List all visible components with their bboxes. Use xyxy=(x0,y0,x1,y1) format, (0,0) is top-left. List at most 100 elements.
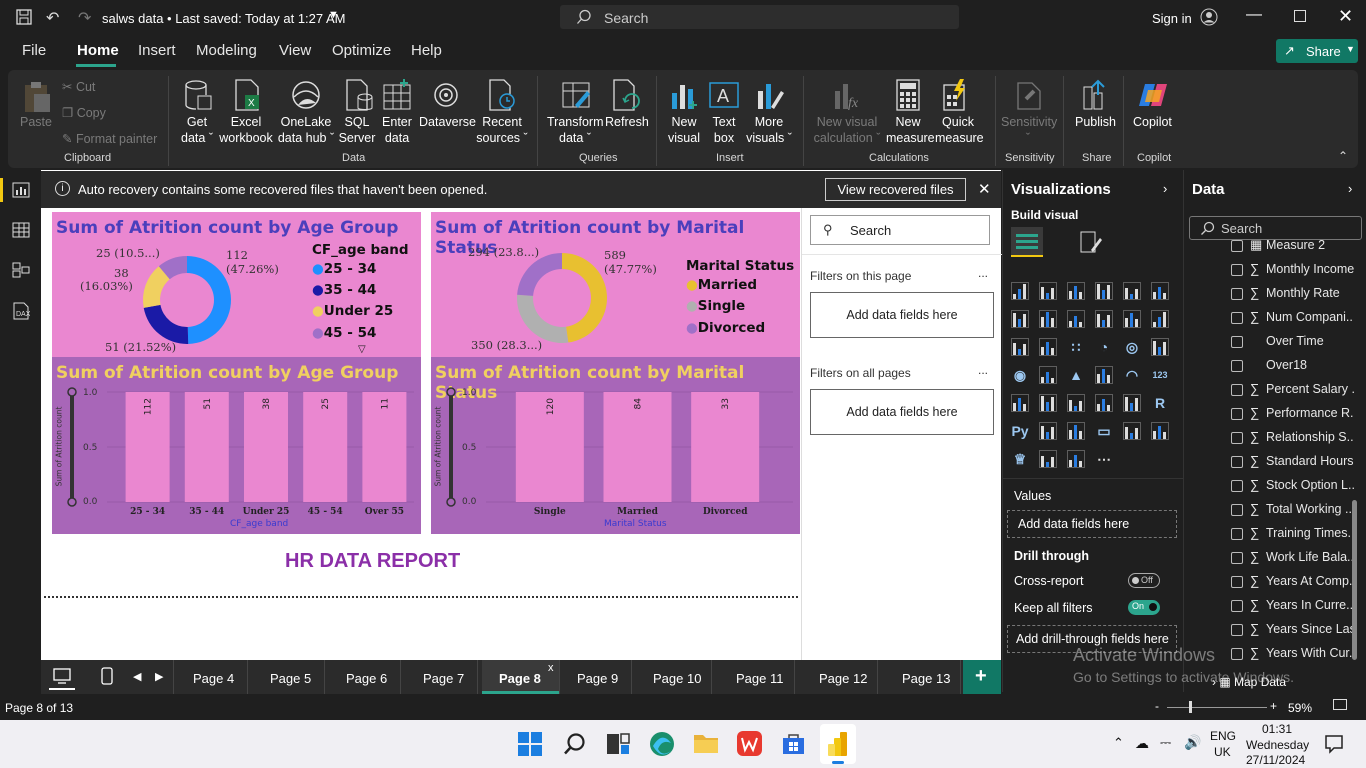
azure-map-visual-icon[interactable]: ▲ xyxy=(1067,366,1085,384)
report-view-icon[interactable] xyxy=(12,182,30,198)
view-recovered-files-button[interactable]: View recovered files xyxy=(825,178,966,201)
enter-data-button[interactable]: Enter data xyxy=(377,114,417,146)
add-page-button[interactable]: + xyxy=(963,660,1001,694)
menu-optimize[interactable]: Optimize xyxy=(332,42,391,59)
donut-chart-age-group[interactable]: Sum of Atrition count by Age Group 112 (… xyxy=(52,212,421,357)
undo-icon[interactable]: ↶ xyxy=(46,8,59,28)
paginated-visual-icon[interactable] xyxy=(1151,422,1169,440)
legend-scroll-down-icon[interactable]: ▽ xyxy=(358,344,366,355)
menu-modeling[interactable]: Modeling xyxy=(196,42,257,59)
search-input[interactable]: Search xyxy=(560,5,959,29)
chevron-down-icon[interactable]: ▼ xyxy=(328,9,339,21)
onelake-data-hub-button[interactable]: OneLake data hub ˇ xyxy=(275,114,337,146)
waterfall-visual-icon[interactable] xyxy=(1123,310,1141,328)
qa-visual-icon[interactable]: ▭ xyxy=(1095,422,1113,440)
clock-time[interactable]: 01:31 xyxy=(1262,722,1292,736)
field-item[interactable]: ∑ Percent Salary ... xyxy=(1184,378,1354,402)
field-checkbox[interactable] xyxy=(1231,648,1243,660)
page-tab[interactable]: Page 9 xyxy=(560,660,632,694)
field-item[interactable]: ∑ Stock Option L... xyxy=(1184,474,1354,498)
field-item[interactable]: ∑ Years In Curre... xyxy=(1184,594,1354,618)
field-checkbox[interactable] xyxy=(1231,288,1243,300)
field-checkbox[interactable] xyxy=(1231,576,1243,588)
field-item[interactable]: ∑ Training Times... xyxy=(1184,522,1354,546)
field-checkbox[interactable] xyxy=(1231,360,1243,372)
key-influencers-visual-icon[interactable] xyxy=(1039,422,1057,440)
power-bi-taskbar-button[interactable] xyxy=(820,724,856,764)
field-item[interactable]: ∑ Total Working ... xyxy=(1184,498,1354,522)
filled-map-visual-icon[interactable] xyxy=(1039,366,1057,384)
chevron-up-icon[interactable]: ⌃ xyxy=(1113,735,1124,751)
page-tab[interactable]: Page 4 xyxy=(176,660,248,694)
clock-date[interactable]: 27/11/2024 xyxy=(1246,753,1305,767)
field-item[interactable]: ∑ Years At Comp... xyxy=(1184,570,1354,594)
notifications-icon[interactable] xyxy=(1324,734,1344,754)
collapse-pane-icon[interactable]: › xyxy=(1348,181,1352,196)
page-tab[interactable]: Page 8 x xyxy=(482,660,560,694)
field-checkbox[interactable] xyxy=(1231,264,1243,276)
field-item[interactable]: ∑ Years Since Las... xyxy=(1184,618,1354,642)
model-view-icon[interactable] xyxy=(12,262,30,278)
microsoft-store-icon[interactable] xyxy=(781,731,806,756)
close-icon[interactable]: ✕ xyxy=(978,180,991,198)
legend-item[interactable]: ●45 - 54 xyxy=(312,325,376,341)
copy-button[interactable]: ❐ Copy xyxy=(62,105,106,121)
field-item[interactable]: ∑ Performance R... xyxy=(1184,402,1354,426)
field-item[interactable]: ∑ Standard Hours xyxy=(1184,450,1354,474)
donut-visual-icon[interactable]: ◎ xyxy=(1123,338,1141,356)
windows-start-icon[interactable] xyxy=(518,732,542,756)
field-checkbox[interactable] xyxy=(1231,312,1243,324)
collapse-pane-icon[interactable]: › xyxy=(1163,181,1167,196)
field-item[interactable]: ∑ Work Life Bala... xyxy=(1184,546,1354,570)
field-checkbox[interactable] xyxy=(1231,240,1243,252)
get-data-button[interactable]: Get data ˇ xyxy=(176,114,218,146)
field-checkbox[interactable] xyxy=(1231,384,1243,396)
power-apps-visual-icon[interactable] xyxy=(1067,450,1085,468)
field-checkbox[interactable] xyxy=(1231,336,1243,348)
legend-item[interactable]: ●Single xyxy=(686,298,745,314)
sql-server-button[interactable]: SQL Server xyxy=(338,114,376,146)
page-tab[interactable]: Page 5 xyxy=(253,660,325,694)
kpi-visual-icon[interactable] xyxy=(1039,394,1057,412)
sensitivity-button[interactable]: Sensitivity ˇ xyxy=(1001,114,1057,146)
card-visual-icon[interactable]: 123 xyxy=(1151,366,1169,384)
page-tab[interactable]: Page 13 xyxy=(885,660,961,694)
python-visual-visual-icon[interactable]: Py xyxy=(1011,422,1029,440)
report-visual-icon[interactable] xyxy=(1039,450,1057,468)
field-item[interactable]: ∑ Monthly Rate xyxy=(1184,282,1354,306)
line-stacked-visual-icon[interactable] xyxy=(1039,338,1057,356)
cut-button[interactable]: ✂ Cut xyxy=(62,79,95,95)
clustered-column-visual-icon[interactable] xyxy=(1095,282,1113,300)
build-visual-tab[interactable] xyxy=(1011,227,1043,257)
line-clustered-visual-icon[interactable] xyxy=(1011,338,1029,356)
field-checkbox[interactable] xyxy=(1231,600,1243,612)
r-visual-visual-icon[interactable]: R xyxy=(1151,394,1169,412)
more-options-icon[interactable]: ... xyxy=(978,266,988,280)
language-indicator[interactable]: ENG xyxy=(1210,729,1236,743)
more-visual-icon[interactable]: ⋯ xyxy=(1095,450,1113,468)
filter-search-input[interactable]: ⚲ Search xyxy=(810,215,990,245)
multi-row-card-visual-icon[interactable] xyxy=(1011,394,1029,412)
field-item[interactable]: ∑ Num Compani... xyxy=(1184,306,1354,330)
redo-icon[interactable]: ↷ xyxy=(78,8,91,28)
avatar-icon[interactable] xyxy=(1200,8,1218,26)
save-icon[interactable] xyxy=(16,9,32,25)
new-measure-button[interactable]: New measure xyxy=(886,114,935,146)
quick-measure-button[interactable]: Quick measure xyxy=(935,114,984,146)
clock-day[interactable]: Wednesday xyxy=(1246,738,1309,752)
excel-workbook-button[interactable]: Excel workbook xyxy=(218,114,274,146)
menu-insert[interactable]: Insert xyxy=(138,42,176,59)
desktop-layout-icon[interactable] xyxy=(53,668,71,685)
add-page-filter-dropzone[interactable]: Add data fields here xyxy=(810,292,994,338)
legend-item[interactable]: ●Married xyxy=(686,277,757,293)
pie-visual-icon[interactable]: ◔ xyxy=(1095,338,1113,356)
keyboard-layout[interactable]: UK xyxy=(1214,745,1231,759)
field-checkbox[interactable] xyxy=(1231,624,1243,636)
field-item[interactable]: ▦ Measure 2 xyxy=(1184,234,1354,258)
field-checkbox[interactable] xyxy=(1231,456,1243,468)
treemap-visual-icon[interactable] xyxy=(1151,338,1169,356)
zoom-in-icon[interactable]: + xyxy=(1270,699,1277,713)
close-page-icon[interactable]: x xyxy=(548,662,554,674)
stacked-bar-visual-icon[interactable] xyxy=(1011,282,1029,300)
zoom-slider[interactable] xyxy=(1167,707,1267,708)
